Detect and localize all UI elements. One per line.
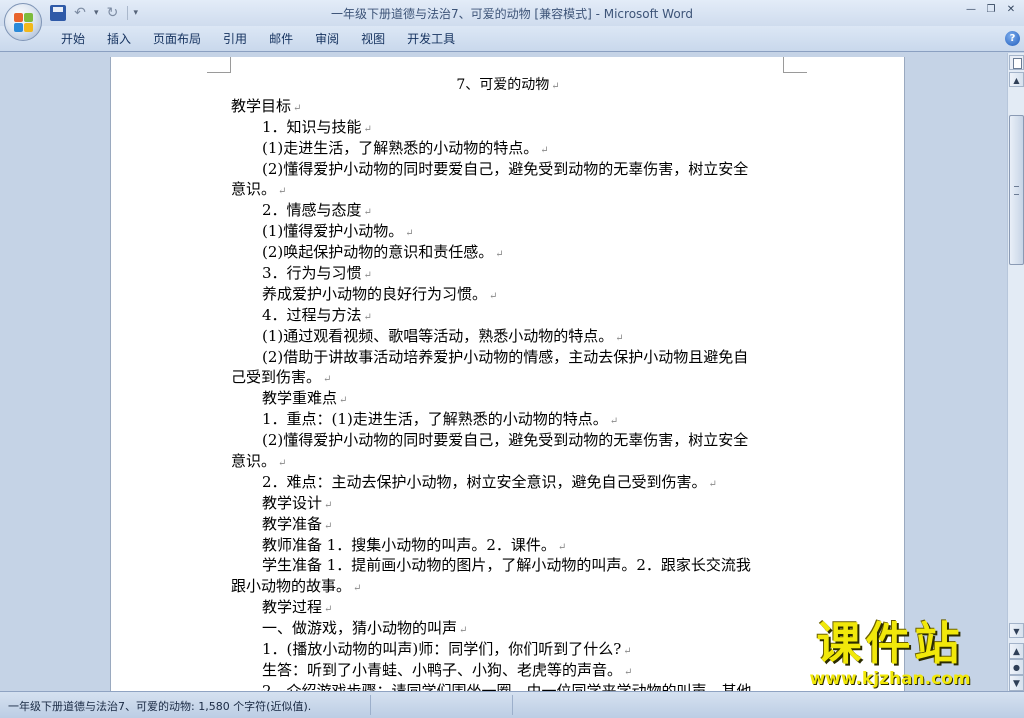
- word-count-status[interactable]: 一年级下册道德与法治7、可爱的动物: 1,580 个字符(近似值).: [8, 698, 311, 714]
- scroll-down-icon[interactable]: ▼: [1009, 623, 1024, 638]
- paragraph-mark-icon: ↵: [624, 666, 633, 678]
- ribbon-tabs: 开始 插入 页面布局 引用 邮件 审阅 视图 开发工具: [50, 26, 466, 52]
- watermark-title: 课件站: [816, 617, 964, 670]
- title-bar: ↶ ▾ ↻ ▾ 一年级下册道德与法治7、可爱的动物 [兼容模式] - Micro…: [0, 0, 1024, 26]
- paragraph-line: (2)懂得爱护小动物的同时要爱自己，避免受到动物的无辜伤害，树立安全: [262, 159, 749, 178]
- paragraph-line: (1)走进生活，了解熟悉的小动物的特点。 ↵: [262, 138, 549, 157]
- paragraph-mark-icon: ↵: [324, 499, 333, 511]
- window-controls: — ❐ ✕: [962, 2, 1020, 17]
- paragraph-mark-icon: ↵: [324, 604, 333, 616]
- paragraph-line: 教学准备 ↵: [262, 514, 333, 533]
- paragraph-line: (2)唤起保护动物的意识和责任感。 ↵: [262, 243, 504, 262]
- tab-mailings[interactable]: 邮件: [258, 26, 304, 52]
- paragraph-line: 3．行为与习惯 ↵: [262, 264, 372, 283]
- paragraph-line: 养成爱护小动物的良好行为习惯。 ↵: [262, 284, 498, 303]
- paragraph-mark-icon: ↵: [489, 290, 498, 302]
- paragraph-line: 一、做游戏，猜小动物的叫声 ↵: [262, 619, 468, 638]
- status-bar: 一年级下册道德与法治7、可爱的动物: 1,580 个字符(近似值).: [0, 691, 1024, 718]
- office-logo-icon: [14, 13, 34, 33]
- paragraph-line: 1．知识与技能 ↵: [262, 117, 372, 136]
- restore-icon[interactable]: ❐: [982, 2, 1000, 17]
- next-page-icon[interactable]: ▼: [1009, 675, 1024, 691]
- paragraph-line: 1．重点：(1)走进生活，了解熟悉的小动物的特点。 ↵: [262, 410, 619, 429]
- document-body[interactable]: 7、可爱的动物 ↵ 教学目标 ↵ 1．知识与技能 ↵ (1)走进生活，了解熟悉的小动物…: [231, 75, 785, 691]
- paragraph-mark-icon: ↵: [363, 270, 372, 282]
- ribbon-tab-bar: 开始 插入 页面布局 引用 邮件 审阅 视图 开发工具 ?: [0, 26, 1024, 52]
- tab-home[interactable]: 开始: [50, 26, 96, 52]
- paragraph-mark-icon: ↵: [363, 207, 372, 219]
- help-icon[interactable]: ?: [1005, 31, 1020, 46]
- paragraph-mark-icon: ↵: [324, 520, 333, 532]
- close-icon[interactable]: ✕: [1002, 2, 1020, 17]
- paragraph-line: 跟小动物的故事。 ↵: [231, 577, 362, 596]
- paragraph-line: (1)通过观看视频、歌唱等活动，熟悉小动物的特点。 ↵: [262, 326, 624, 345]
- status-divider: [512, 695, 513, 715]
- status-divider: [370, 695, 371, 715]
- window-title: 一年级下册道德与法治7、可爱的动物 [兼容模式] - Microsoft Wor…: [330, 7, 694, 21]
- paragraph-line: (2)懂得爱护小动物的同时要爱自己，避免受到动物的无辜伤害，树立安全: [262, 431, 749, 450]
- tab-page-layout[interactable]: 页面布局: [142, 26, 212, 52]
- document-page[interactable]: 7、可爱的动物 ↵ 教学目标 ↵ 1．知识与技能 ↵ (1)走进生活，了解熟悉的小动物…: [110, 57, 905, 691]
- scroll-thumb[interactable]: [1009, 115, 1024, 265]
- paragraph-mark-icon: ↵: [551, 81, 560, 92]
- tab-references[interactable]: 引用: [212, 26, 258, 52]
- watermark-url: www.kjzhan.com: [809, 669, 971, 689]
- crop-mark-right: [783, 57, 807, 73]
- paragraph-line: 4．过程与方法 ↵: [262, 305, 372, 324]
- paragraph-line: 学生准备 1．提前画小动物的图片，了解小动物的叫声。2．跟家长交流我: [262, 556, 751, 575]
- paragraph-line: 意识。 ↵: [231, 180, 287, 199]
- paragraph-line: 教学设计 ↵: [262, 493, 333, 512]
- paragraph-line: (2)借助于讲故事活动培养爱护小动物的情感，主动去保护小动物且避免自: [262, 347, 749, 366]
- tab-view[interactable]: 视图: [350, 26, 396, 52]
- paragraph-line: 教学重难点 ↵: [262, 389, 348, 408]
- paragraph-line: 教学目标 ↵: [231, 96, 302, 115]
- paragraph-mark-icon: ↵: [615, 332, 624, 344]
- paragraph-line: 生答：听到了小青蛙、小鸭子、小狗、老虎等的声音。 ↵: [262, 660, 633, 679]
- paragraph-mark-icon: ↵: [323, 374, 332, 386]
- paragraph-line: 教学过程 ↵: [262, 598, 333, 617]
- office-button[interactable]: [4, 3, 42, 41]
- paragraph-mark-icon: ↵: [278, 458, 287, 470]
- paragraph-line: 2．情感与态度 ↵: [262, 201, 372, 220]
- paragraph-mark-icon: ↵: [557, 541, 567, 553]
- paragraph-line: 意识。 ↵: [231, 452, 287, 471]
- tab-insert[interactable]: 插入: [96, 26, 142, 52]
- paragraph-mark-icon: ↵: [623, 646, 632, 658]
- document-heading: 7、可爱的动物 ↵: [456, 77, 560, 93]
- paragraph-line: 1．(播放小动物的叫声)师：同学们，你们听到了什么? ↵: [262, 640, 632, 659]
- paragraph-mark-icon: ↵: [363, 123, 372, 135]
- paragraph-mark-icon: ↵: [495, 249, 504, 261]
- tab-review[interactable]: 审阅: [304, 26, 350, 52]
- paragraph-mark-icon: ↵: [339, 395, 348, 407]
- tab-developer[interactable]: 开发工具: [396, 26, 466, 52]
- select-browse-object-icon[interactable]: ●: [1009, 659, 1024, 675]
- paragraph-line: 己受到伤害。 ↵: [231, 368, 332, 387]
- paragraph-line: 2．介绍游戏步骤：请同学们围坐一圈，由一位同学来学动物的叫声，其他: [262, 681, 752, 691]
- paragraph-mark-icon: ↵: [708, 478, 717, 490]
- vertical-scrollbar[interactable]: ▲ ▼ ▲ ● ▼: [1007, 53, 1024, 691]
- document-area: 7、可爱的动物 ↵ 教学目标 ↵ 1．知识与技能 ↵ (1)走进生活，了解熟悉的小动物…: [0, 53, 1007, 691]
- minimize-icon[interactable]: —: [962, 2, 980, 17]
- paragraph-mark-icon: ↵: [278, 186, 287, 198]
- paragraph-mark-icon: ↵: [353, 583, 362, 595]
- paragraph-mark-icon: ↵: [609, 416, 619, 428]
- paragraph-mark-icon: ↵: [363, 311, 372, 323]
- paragraph-line: 2．难点：主动去保护小动物，树立安全意识，避免自己受到伤害。 ↵: [262, 472, 717, 491]
- paragraph-mark-icon: ↵: [540, 144, 549, 156]
- paragraph-mark-icon: ↵: [405, 228, 414, 240]
- scroll-up-icon[interactable]: ▲: [1009, 72, 1024, 87]
- paragraph-mark-icon: ↵: [293, 102, 302, 114]
- view-ruler-icon[interactable]: [1009, 55, 1024, 70]
- crop-mark-left: [207, 57, 231, 73]
- kjzhan-watermark-logo: 课件站 www.kjzhan.com: [774, 618, 1006, 690]
- paragraph-line: 教师准备 1．搜集小动物的叫声。2．课件。 ↵: [262, 535, 567, 554]
- paragraph-mark-icon: ↵: [459, 625, 468, 637]
- paragraph-line: (1)懂得爱护小动物。 ↵: [262, 222, 414, 241]
- previous-page-icon[interactable]: ▲: [1009, 643, 1024, 659]
